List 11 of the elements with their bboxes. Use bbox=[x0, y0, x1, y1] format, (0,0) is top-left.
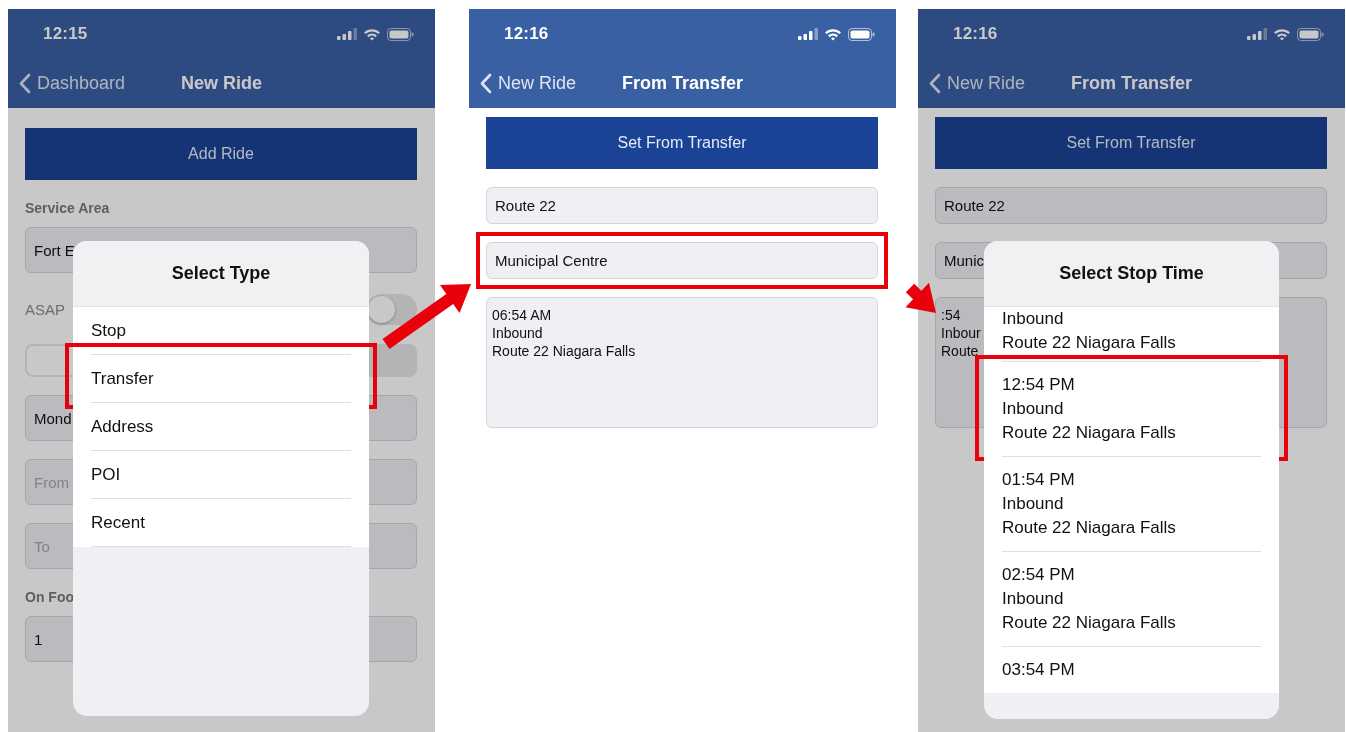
section-label: On Foo bbox=[25, 589, 75, 605]
screen-title: From Transfer bbox=[1070, 73, 1192, 94]
status-time: 12:16 bbox=[953, 24, 998, 44]
dialog-title: Select Stop Time bbox=[984, 241, 1279, 307]
toggle-label: ASAP bbox=[25, 300, 66, 318]
screen-title: From Transfer bbox=[621, 73, 743, 94]
section-label: Service Area bbox=[25, 200, 111, 216]
screen-title: New Ride bbox=[181, 73, 262, 94]
dialog-title: Select Type bbox=[73, 241, 369, 307]
status-time: 12:16 bbox=[504, 24, 549, 44]
status-time: 12:15 bbox=[43, 24, 88, 44]
